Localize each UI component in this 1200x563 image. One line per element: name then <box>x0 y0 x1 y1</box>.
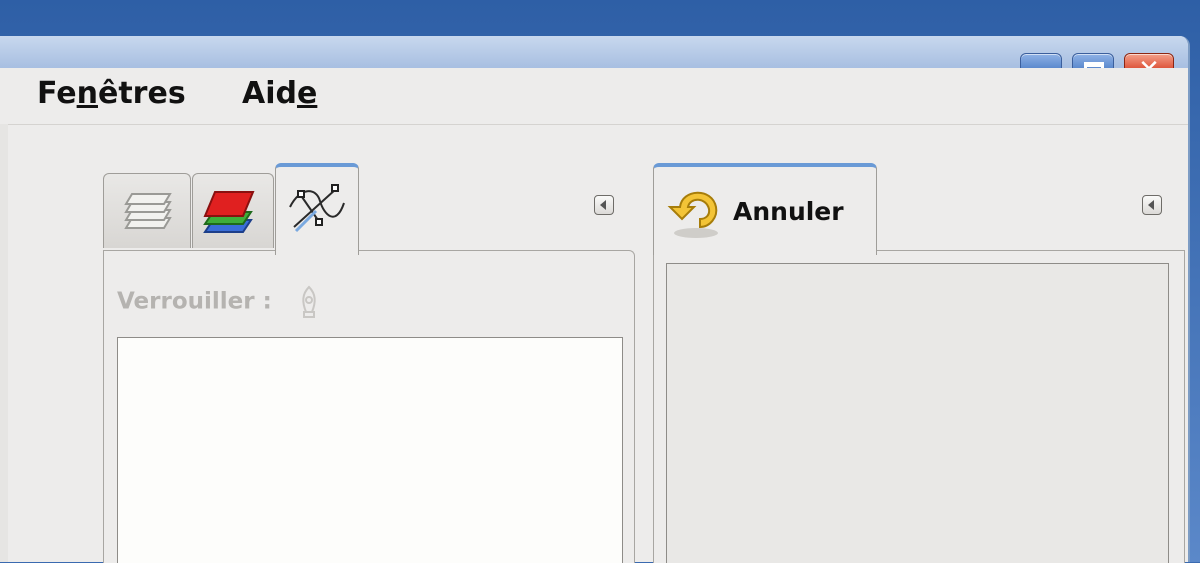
channels-icon <box>203 191 255 233</box>
layers-icon <box>124 193 172 229</box>
tab-channels[interactable] <box>192 173 274 248</box>
paths-icon <box>289 184 345 233</box>
menu-aide[interactable]: Aide <box>242 76 317 111</box>
lock-label: Verrouiller : <box>117 284 324 320</box>
right-dock-menu-button[interactable] <box>1142 195 1162 215</box>
undo-icon <box>667 191 718 238</box>
tab-paths[interactable] <box>275 163 359 255</box>
left-dock-menu-button[interactable] <box>594 195 614 215</box>
menu-bar: Fenêtres Aide <box>0 68 1188 125</box>
lock-pen-icon <box>302 285 316 318</box>
undo-history-list[interactable] <box>666 263 1169 563</box>
menu-fenetres[interactable]: Fenêtres <box>37 76 186 111</box>
toolbox-edge <box>0 124 8 562</box>
tab-undo-label: Annuler <box>733 197 844 226</box>
paths-list[interactable] <box>117 337 623 563</box>
tab-layers[interactable] <box>103 173 191 248</box>
